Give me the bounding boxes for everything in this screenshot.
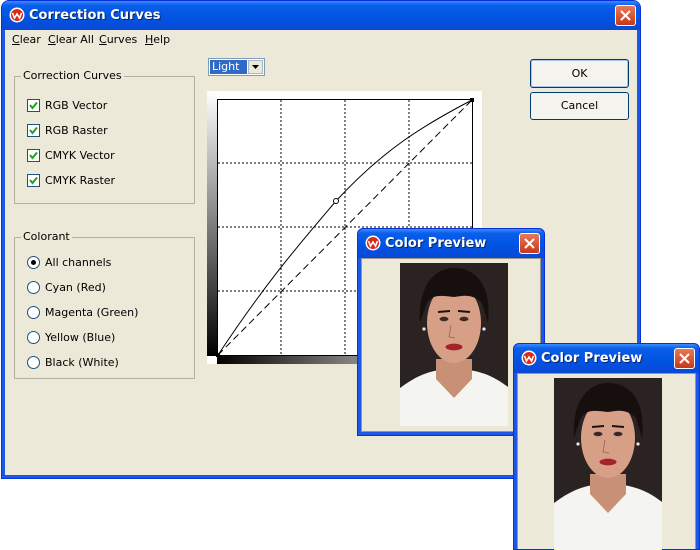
main-close-button[interactable] bbox=[615, 5, 636, 26]
checkbox-box[interactable] bbox=[27, 174, 40, 187]
correction-curves-legend: Correction Curves bbox=[21, 69, 124, 82]
colorant-group: Colorant All channels Cyan (Red) Magenta… bbox=[14, 230, 195, 379]
menu-bar: Clear Clear All Curves Help bbox=[6, 30, 636, 50]
preview-1-title: Color Preview bbox=[385, 236, 487, 251]
chevron-down-icon bbox=[252, 65, 259, 69]
app-logo-icon bbox=[9, 7, 25, 23]
preview-2-title: Color Preview bbox=[541, 351, 643, 366]
color-preview-window-2: Color Preview bbox=[513, 343, 700, 550]
app-logo-icon bbox=[365, 235, 381, 251]
checkbox-label: CMYK Raster bbox=[45, 174, 116, 187]
mode-dropdown-value: Light bbox=[210, 60, 247, 74]
preview-2-close-button[interactable] bbox=[674, 348, 695, 369]
close-icon bbox=[524, 238, 535, 249]
dropdown-arrow-button[interactable] bbox=[248, 60, 263, 74]
radio-label: Cyan (Red) bbox=[45, 281, 106, 294]
cancel-button-label: Cancel bbox=[560, 99, 599, 112]
ok-button[interactable]: OK bbox=[530, 59, 629, 88]
preview-1-titlebar[interactable]: Color Preview bbox=[358, 229, 544, 258]
mode-dropdown[interactable]: Light bbox=[208, 58, 265, 76]
checkmark-icon bbox=[29, 151, 38, 160]
ok-button-label: OK bbox=[571, 67, 588, 80]
menu-clear[interactable]: Clear bbox=[12, 33, 41, 46]
correction-curves-group: Correction Curves RGB Vector RGB Raster … bbox=[14, 69, 195, 204]
checkbox-box[interactable] bbox=[27, 124, 40, 137]
radio-button[interactable] bbox=[27, 306, 40, 319]
checkbox-box[interactable] bbox=[27, 99, 40, 112]
curve-control-point bbox=[333, 198, 339, 204]
menu-help[interactable]: Help bbox=[145, 33, 170, 46]
curve-endpoint-start bbox=[216, 353, 220, 357]
preview-2-content bbox=[517, 373, 696, 550]
curve-endpoint-end bbox=[470, 98, 474, 102]
radio-label: Yellow (Blue) bbox=[45, 331, 116, 344]
radio-button[interactable] bbox=[27, 356, 40, 369]
main-window-title: Correction Curves bbox=[29, 8, 161, 23]
checkbox-label: RGB Vector bbox=[45, 99, 108, 112]
close-icon bbox=[620, 10, 631, 21]
checkbox-label: CMYK Vector bbox=[45, 149, 115, 162]
checkbox-box[interactable] bbox=[27, 149, 40, 162]
close-icon bbox=[679, 353, 690, 364]
radio-label: Magenta (Green) bbox=[45, 306, 139, 319]
preview-1-close-button[interactable] bbox=[519, 233, 540, 254]
preview-2-titlebar[interactable]: Color Preview bbox=[514, 344, 699, 373]
checkmark-icon bbox=[29, 101, 38, 110]
vertical-gradient-scale bbox=[207, 91, 217, 356]
radio-selected-dot bbox=[31, 260, 36, 265]
portrait-preview-image bbox=[400, 263, 508, 426]
menu-clear-all[interactable]: Clear All bbox=[48, 33, 94, 46]
radio-label: Black (White) bbox=[45, 356, 119, 369]
portrait-preview-image bbox=[554, 378, 662, 550]
main-titlebar[interactable]: Correction Curves bbox=[2, 1, 640, 30]
colorant-legend: Colorant bbox=[21, 230, 72, 243]
radio-label: All channels bbox=[45, 256, 112, 269]
checkbox-label: RGB Raster bbox=[45, 124, 108, 137]
checkmark-icon bbox=[29, 176, 38, 185]
cancel-button[interactable]: Cancel bbox=[530, 92, 629, 120]
radio-button[interactable] bbox=[27, 331, 40, 344]
menu-curves[interactable]: Curves bbox=[99, 33, 137, 46]
app-logo-icon bbox=[521, 350, 537, 366]
radio-button[interactable] bbox=[27, 281, 40, 294]
radio-button[interactable] bbox=[27, 256, 40, 269]
checkmark-icon bbox=[29, 126, 38, 135]
